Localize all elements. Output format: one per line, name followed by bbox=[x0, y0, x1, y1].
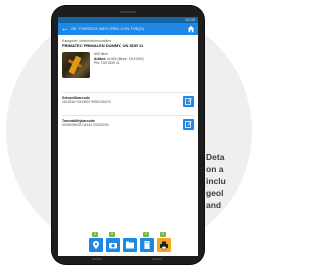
edit-icon bbox=[185, 121, 192, 128]
badge: 0 bbox=[143, 232, 149, 237]
edit-icon bbox=[185, 98, 192, 105]
content: Kategorie: Verbundrohrschellen PRIMATEC … bbox=[58, 35, 198, 135]
category-value: PRIMATEC PRIMALEN DUMMY, UN SDR 11 bbox=[62, 43, 144, 48]
scan-barcode-button[interactable] bbox=[183, 119, 194, 130]
badge: 0 bbox=[92, 232, 98, 237]
nav-recent-button bbox=[152, 258, 162, 260]
side-line: Deta bbox=[206, 152, 225, 162]
side-line: and bbox=[206, 200, 222, 210]
back-arrow-icon[interactable]: ← bbox=[61, 24, 69, 34]
home-icon[interactable] bbox=[187, 25, 195, 33]
pn-value: 130 SDR 11 bbox=[100, 61, 120, 65]
scan-barcode-button[interactable] bbox=[183, 96, 194, 107]
side-line: on a bbox=[206, 164, 224, 174]
app-bar: ← SE: TORSSO3 INFO GRID CON THE(D) bbox=[58, 23, 198, 35]
folder-button[interactable] bbox=[123, 238, 137, 252]
product-thumbnail bbox=[62, 52, 90, 78]
bottom-toolbar: 0 0 0 0 bbox=[58, 228, 198, 256]
location-button[interactable]: 0 bbox=[89, 232, 103, 252]
app-title: SE: TORSSO3 INFO GRID CON THE(D) bbox=[71, 26, 144, 31]
status-time: 12:00 bbox=[184, 17, 195, 22]
document-icon bbox=[144, 241, 150, 249]
item-meta: #00 Item Artikel: m1i49 (Bezir: 15 KG90)… bbox=[94, 52, 144, 78]
item-card[interactable]: #00 Item Artikel: m1i49 (Bezir: 15 KG90)… bbox=[62, 52, 194, 78]
badge: 0 bbox=[160, 232, 166, 237]
print-button[interactable]: 0 bbox=[157, 232, 171, 252]
printer-icon bbox=[160, 241, 168, 250]
row-value: 0048038633 04334 00000000 bbox=[62, 123, 109, 127]
document-button[interactable]: 0 bbox=[140, 232, 154, 252]
barcode-row-weld: Schweißbarcode 1618264 0000893 995024607… bbox=[62, 92, 194, 112]
phone-speaker bbox=[120, 11, 136, 13]
side-caption: Deta on a inclu geol and bbox=[206, 151, 256, 211]
badge: 0 bbox=[109, 232, 115, 237]
folder-icon bbox=[126, 241, 134, 249]
nav-back-button bbox=[92, 258, 102, 260]
artikel-value: m1i49 (Bezir: 15 KG90) bbox=[107, 56, 144, 61]
location-pin-icon bbox=[93, 241, 99, 249]
phone-screen: 12:00 ← SE: TORSSO3 INFO GRID CON THE(D)… bbox=[58, 17, 198, 256]
pn-label: PN: bbox=[94, 61, 100, 65]
row-value: 1618264 0000893 9950246076 bbox=[62, 100, 111, 104]
barcode-row-trace: Traceabilitybarcode 0048038633 04334 000… bbox=[62, 115, 194, 135]
side-line: geol bbox=[206, 188, 224, 198]
artikel-label: Artikel: bbox=[94, 56, 107, 61]
phone-frame: 12:00 ← SE: TORSSO3 INFO GRID CON THE(D)… bbox=[52, 6, 204, 264]
camera-icon bbox=[109, 243, 117, 249]
side-line: inclu bbox=[206, 176, 226, 186]
camera-button[interactable]: 0 bbox=[106, 232, 120, 252]
